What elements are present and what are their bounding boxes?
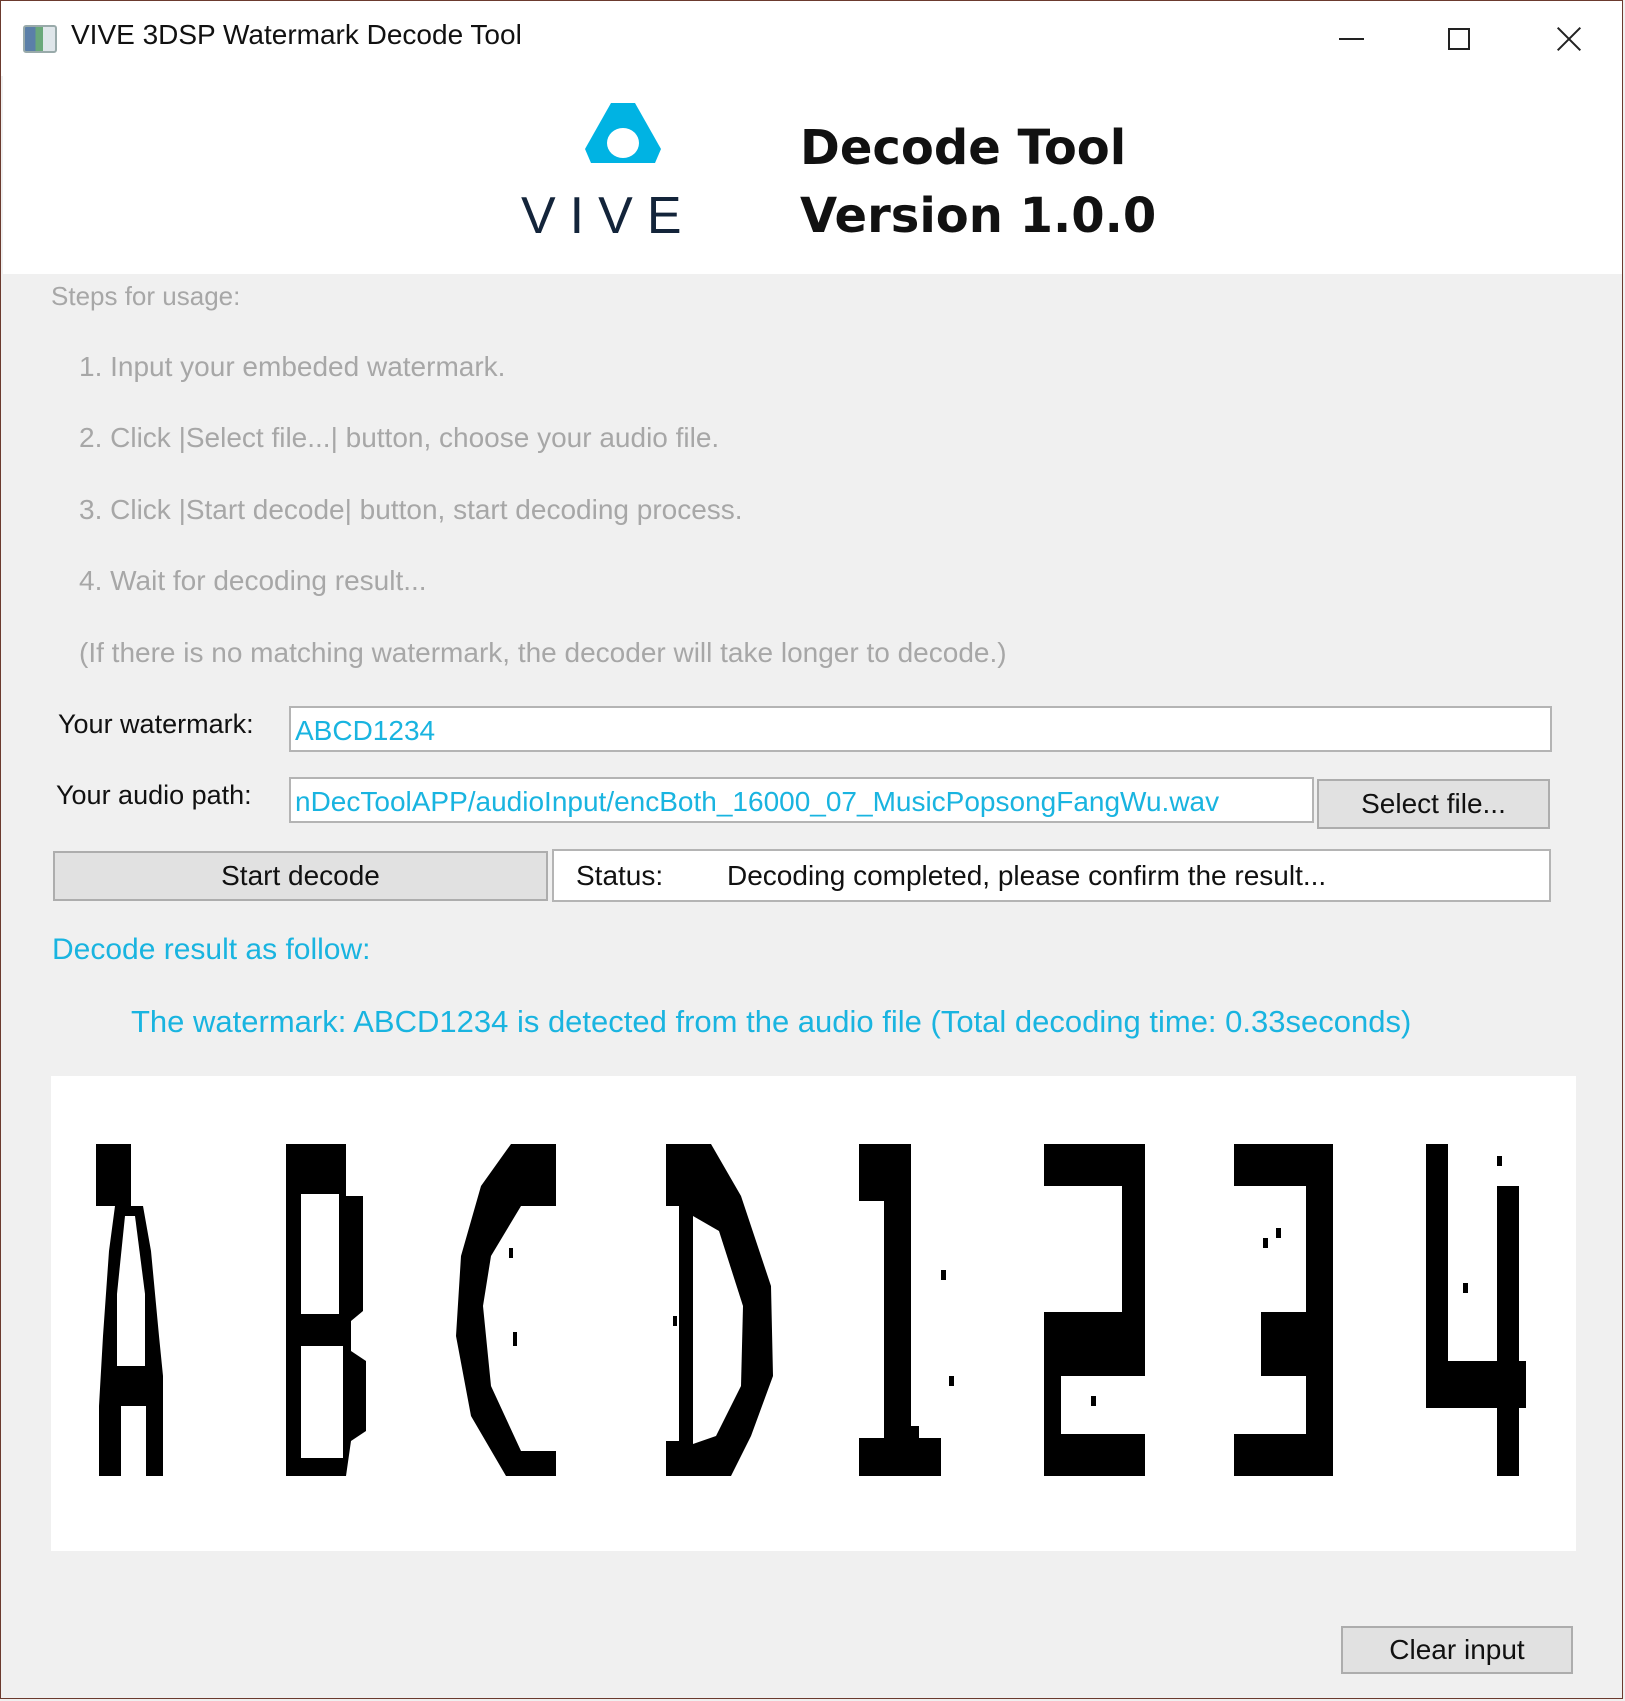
glyph-A — [96, 1144, 163, 1476]
glyph-C — [456, 1144, 556, 1476]
glyph-4 — [1426, 1144, 1526, 1476]
app-window-icon — [23, 25, 57, 53]
audio-path-input[interactable]: nDecToolAPP/audioInput/encBoth_16000_07_… — [289, 777, 1314, 823]
clear-input-button[interactable]: Clear input — [1341, 1626, 1573, 1674]
app-heading-version: Version 1.0.0 — [800, 188, 1157, 244]
decoded-watermark-image — [51, 1076, 1576, 1551]
watermark-label: Your watermark: — [58, 709, 254, 739]
close-icon — [1556, 26, 1582, 52]
watermark-input[interactable]: ABCD1234 — [289, 706, 1552, 752]
glyph-D — [666, 1144, 773, 1476]
maximize-button[interactable] — [1424, 11, 1494, 67]
glyph-2 — [1044, 1144, 1145, 1476]
status-text: Decoding completed, please confirm the r… — [727, 860, 1327, 891]
step-1: 1. Input your embeded watermark. — [79, 351, 506, 382]
status-label: Status: — [576, 860, 664, 891]
app-heading: Decode Tool Version 1.0.0 — [800, 114, 1156, 250]
decode-noise — [481, 1156, 1502, 1406]
glyph-B — [286, 1144, 366, 1476]
step-3: 3. Click |Start decode| button, start de… — [79, 494, 743, 525]
header-banner: VIVE Decode Tool Version 1.0.0 — [3, 76, 1622, 274]
window-title: VIVE 3DSP Watermark Decode Tool — [71, 19, 522, 50]
glyph-3 — [1234, 1144, 1333, 1476]
step-2: 2. Click |Select file...| button, choose… — [79, 422, 720, 453]
minimize-icon — [1338, 38, 1364, 40]
decoded-glyphs — [96, 1144, 1526, 1476]
close-button[interactable] — [1534, 11, 1604, 67]
step-note: (If there is no matching watermark, the … — [79, 637, 1007, 668]
glyph-1 — [859, 1144, 941, 1476]
steps-title: Steps for usage: — [51, 281, 241, 311]
step-4: 4. Wait for decoding result... — [79, 565, 427, 596]
vive-logo-text: VIVE — [521, 187, 696, 245]
title-bar[interactable]: VIVE 3DSP Watermark Decode Tool — [1, 1, 1622, 76]
result-message: The watermark: ABCD1234 is detected from… — [131, 1004, 1412, 1039]
select-file-button[interactable]: Select file... — [1317, 779, 1550, 829]
audio-path-label: Your audio path: — [56, 780, 252, 810]
result-heading: Decode result as follow: — [52, 933, 371, 966]
minimize-button[interactable] — [1316, 11, 1386, 67]
app-heading-title: Decode Tool — [800, 120, 1127, 176]
start-decode-button[interactable]: Start decode — [53, 851, 548, 901]
status-box: Status: Decoding completed, please confi… — [552, 849, 1551, 902]
app-window: VIVE 3DSP Watermark Decode Tool VIVE Dec… — [0, 0, 1623, 1699]
maximize-icon — [1448, 28, 1470, 50]
